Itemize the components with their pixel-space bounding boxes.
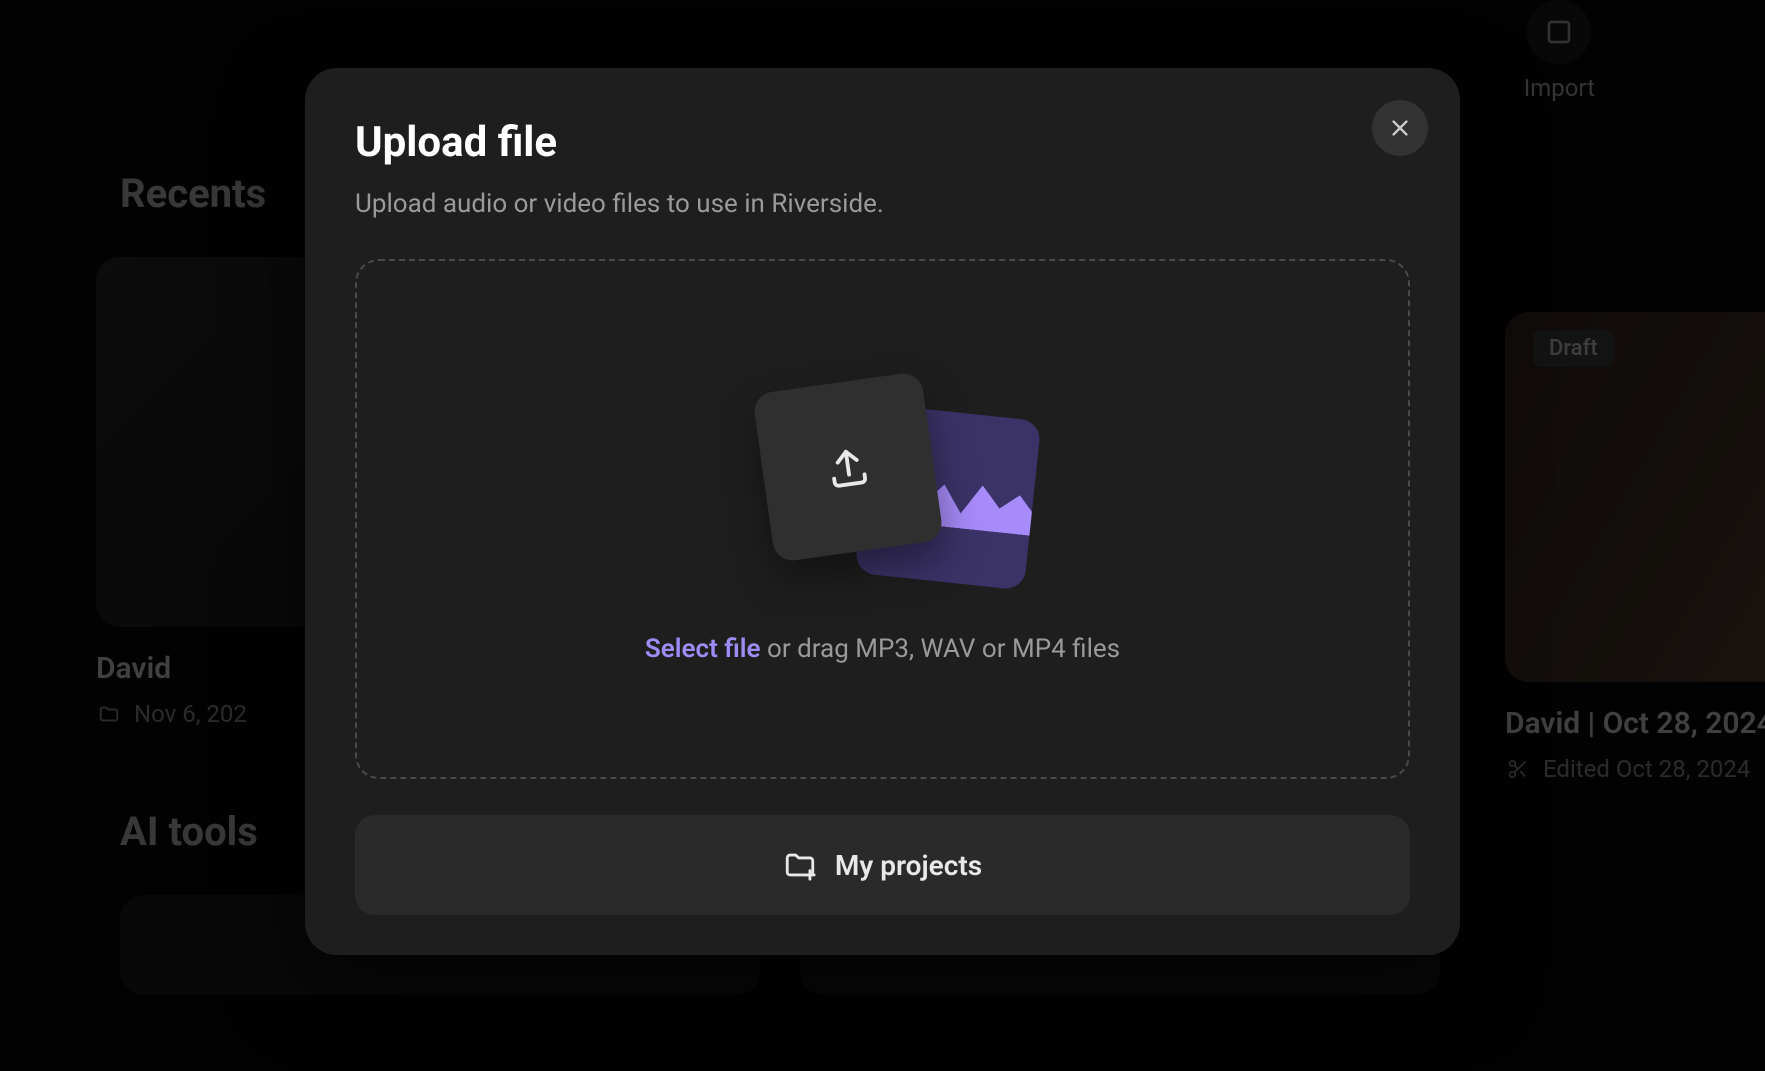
folder-plus-icon: [783, 848, 817, 882]
dropzone-text: Select file or drag MP3, WAV or MP4 file…: [645, 634, 1120, 664]
close-button[interactable]: [1372, 100, 1428, 156]
drag-hint: or drag MP3, WAV or MP4 files: [761, 634, 1121, 664]
select-file-link[interactable]: Select file: [645, 634, 761, 664]
upload-card-icon: [751, 371, 943, 563]
modal-subtitle: Upload audio or video files to use in Ri…: [355, 189, 1410, 219]
modal-overlay[interactable]: Upload file Upload audio or video files …: [0, 0, 1765, 1071]
modal-title: Upload file: [355, 118, 1410, 167]
dropzone-graphic: [733, 374, 1033, 594]
upload-modal: Upload file Upload audio or video files …: [305, 68, 1460, 955]
my-projects-button[interactable]: My projects: [355, 815, 1410, 915]
close-icon: [1389, 117, 1411, 139]
upload-icon: [822, 441, 874, 493]
my-projects-label: My projects: [835, 849, 982, 882]
upload-dropzone[interactable]: Select file or drag MP3, WAV or MP4 file…: [355, 259, 1410, 779]
